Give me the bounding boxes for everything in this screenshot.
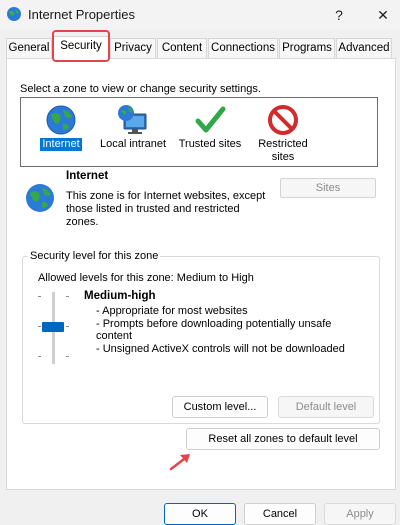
custom-level-button[interactable]: Custom level... xyxy=(172,396,268,418)
zone-trusted-sites[interactable]: Trusted sites xyxy=(175,104,245,151)
cancel-button[interactable]: Cancel xyxy=(244,503,316,525)
group-legend: Security level for this zone xyxy=(28,250,161,262)
tab-content[interactable]: Content xyxy=(157,38,207,58)
globe-icon xyxy=(24,182,56,214)
default-level-button[interactable]: Default level xyxy=(278,396,374,418)
level-description: - Appropriate for most websites - Prompt… xyxy=(96,305,366,355)
window-title: Internet Properties xyxy=(28,7,135,22)
allowed-levels-text: Allowed levels for this zone: Medium to … xyxy=(38,272,254,284)
zone-internet[interactable]: Internet xyxy=(33,104,89,151)
tab-connections[interactable]: Connections xyxy=(208,38,278,58)
zone-label: Trusted sites xyxy=(178,138,242,150)
slider-tick xyxy=(38,326,41,327)
tab-general[interactable]: General xyxy=(6,38,52,58)
slider-tick xyxy=(66,356,69,357)
checkmark-icon xyxy=(195,106,226,133)
tab-programs[interactable]: Programs xyxy=(279,38,335,58)
internet-globe-icon xyxy=(6,6,22,22)
slider-tick xyxy=(38,296,41,297)
tab-privacy[interactable]: Privacy xyxy=(110,38,156,58)
zone-label: Internet xyxy=(40,138,82,151)
help-button[interactable]: ? xyxy=(327,4,351,26)
slider-tick xyxy=(66,296,69,297)
tab-strip: General Security Privacy Content Connect… xyxy=(6,36,396,59)
tab-security[interactable]: Security xyxy=(53,36,109,59)
zone-label: Local intranet xyxy=(99,138,167,150)
security-slider-thumb[interactable] xyxy=(42,322,64,332)
zone-local-intranet[interactable]: Local intranet xyxy=(95,104,171,151)
level-line: - Unsigned ActiveX controls will not be … xyxy=(96,342,345,355)
zone-restricted-sites[interactable]: Restricted sites xyxy=(251,104,315,164)
level-line: - Prompts before downloading potentially… xyxy=(96,317,332,343)
ok-button[interactable]: OK xyxy=(164,503,236,525)
slider-tick xyxy=(66,326,69,327)
level-line: - Appropriate for most websites xyxy=(96,305,248,317)
slider-tick xyxy=(38,356,41,357)
zone-list: Internet Local intranet Trusted sites Re… xyxy=(20,97,378,167)
zone-label: Restricted sites xyxy=(258,138,308,163)
close-button[interactable]: ✕ xyxy=(370,4,396,26)
title-bar: Internet Properties ? ✕ xyxy=(0,0,400,30)
tab-advanced[interactable]: Advanced xyxy=(336,38,392,58)
sites-button[interactable]: Sites xyxy=(280,178,376,198)
zone-name: Internet xyxy=(66,170,109,182)
globe-icon xyxy=(46,105,76,135)
level-name: Medium-high xyxy=(84,290,156,302)
no-entry-icon xyxy=(268,105,298,135)
red-arrow-icon xyxy=(169,454,190,471)
reset-all-zones-button[interactable]: Reset all zones to default level xyxy=(186,428,380,450)
apply-button[interactable]: Apply xyxy=(324,503,396,525)
zone-prompt: Select a zone to view or change security… xyxy=(20,83,261,95)
monitor-globe-icon xyxy=(118,105,147,134)
zone-description: This zone is for Internet websites, exce… xyxy=(66,190,266,228)
